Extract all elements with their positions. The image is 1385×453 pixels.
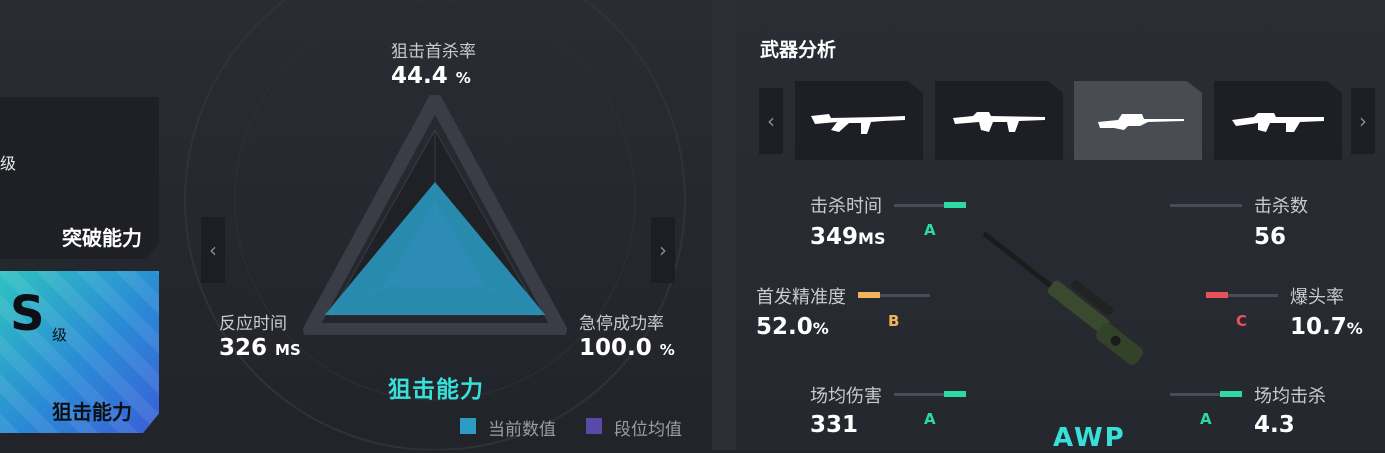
stat-value-kills: 56 — [1254, 224, 1287, 250]
stat-value-avg-damage: 331 — [810, 412, 859, 438]
m4a1-icon — [1232, 112, 1324, 132]
radar-value-stop: 100.0 % — [579, 335, 675, 361]
stat-label-kill-time: 击杀时间 — [810, 196, 882, 217]
radar-label-first-kill: 狙击首杀率 — [391, 42, 476, 62]
m4-icon — [953, 111, 1045, 132]
panel-divider — [712, 0, 736, 450]
radar-label-reaction: 反应时间 — [219, 314, 287, 334]
stat-label-headshot: 爆头率 — [1290, 287, 1344, 308]
avg-kills-bar-fill — [1220, 391, 1242, 397]
radar-chart — [303, 95, 567, 335]
grade-suffix: 级 — [52, 326, 68, 344]
chevron-left-icon: ‹ — [767, 109, 775, 133]
first-accuracy-bar — [858, 292, 930, 298]
legend-swatch-average — [586, 418, 602, 434]
legend-swatch-current — [460, 418, 476, 434]
weapon-analysis-title: 武器分析 — [760, 39, 837, 61]
weapon-tile-ak47[interactable] — [795, 81, 923, 160]
radar-next-button[interactable]: › — [651, 217, 675, 283]
headshot-bar — [1206, 292, 1278, 298]
stat-value-headshot: 10.7% — [1290, 314, 1363, 340]
avg-kills-bar — [1170, 391, 1242, 397]
chevron-right-icon: › — [1359, 109, 1367, 133]
chevron-right-icon: › — [659, 238, 667, 262]
weapon-prev-button[interactable]: ‹ — [759, 88, 783, 154]
awp-rifle-image — [982, 231, 1143, 365]
headshot-grade: C — [1236, 312, 1248, 330]
weapon-tile-m4a1[interactable] — [1214, 81, 1342, 160]
stat-label-avg-kills: 场均击杀 — [1254, 386, 1326, 407]
avg-kills-grade: A — [1200, 410, 1212, 428]
ak47-icon — [811, 113, 905, 134]
grade-letter: S — [10, 286, 45, 342]
avg-damage-bar-fill — [944, 391, 966, 397]
kill-time-bar — [894, 202, 966, 208]
ability-card-title: 突破能力 — [62, 226, 142, 250]
selected-weapon-name: AWP — [1053, 423, 1126, 453]
first-accuracy-grade: B — [888, 312, 900, 330]
ability-card-partial-text: 级 — [0, 154, 17, 173]
stat-label-kills: 击杀数 — [1254, 196, 1308, 217]
avg-damage-bar — [894, 391, 966, 397]
weapon-tile-awp[interactable] — [1074, 81, 1202, 160]
weapon-next-button[interactable]: › — [1351, 88, 1375, 154]
first-accuracy-bar-fill — [858, 292, 880, 298]
weapon-tile-m4[interactable] — [935, 81, 1063, 160]
chevron-left-icon: ‹ — [209, 238, 217, 262]
headshot-bar-fill — [1206, 292, 1228, 298]
kill-time-bar-fill — [944, 202, 966, 208]
radar-value-first-kill: 44.4 % — [391, 63, 471, 89]
legend-label-average: 段位均值 — [614, 420, 682, 440]
awp-icon — [1098, 113, 1184, 130]
grade-label: 狙击能力 — [52, 400, 132, 424]
kills-bar — [1170, 204, 1242, 207]
stat-value-kill-time: 349MS — [810, 224, 886, 250]
legend-label-current: 当前数值 — [488, 420, 556, 440]
avg-damage-grade: A — [924, 410, 936, 428]
kill-time-grade: A — [924, 221, 936, 239]
stat-value-avg-kills: 4.3 — [1254, 412, 1295, 438]
radar-prev-button[interactable]: ‹ — [201, 217, 225, 283]
stat-label-avg-damage: 场均伤害 — [810, 386, 882, 407]
stat-label-first-accuracy: 首发精准度 — [756, 287, 846, 308]
radar-value-reaction: 326 MS — [219, 335, 301, 361]
radar-label-stop: 急停成功率 — [579, 314, 664, 334]
radar-title: 狙击能力 — [388, 377, 484, 403]
stat-value-first-accuracy: 52.0% — [756, 314, 829, 340]
